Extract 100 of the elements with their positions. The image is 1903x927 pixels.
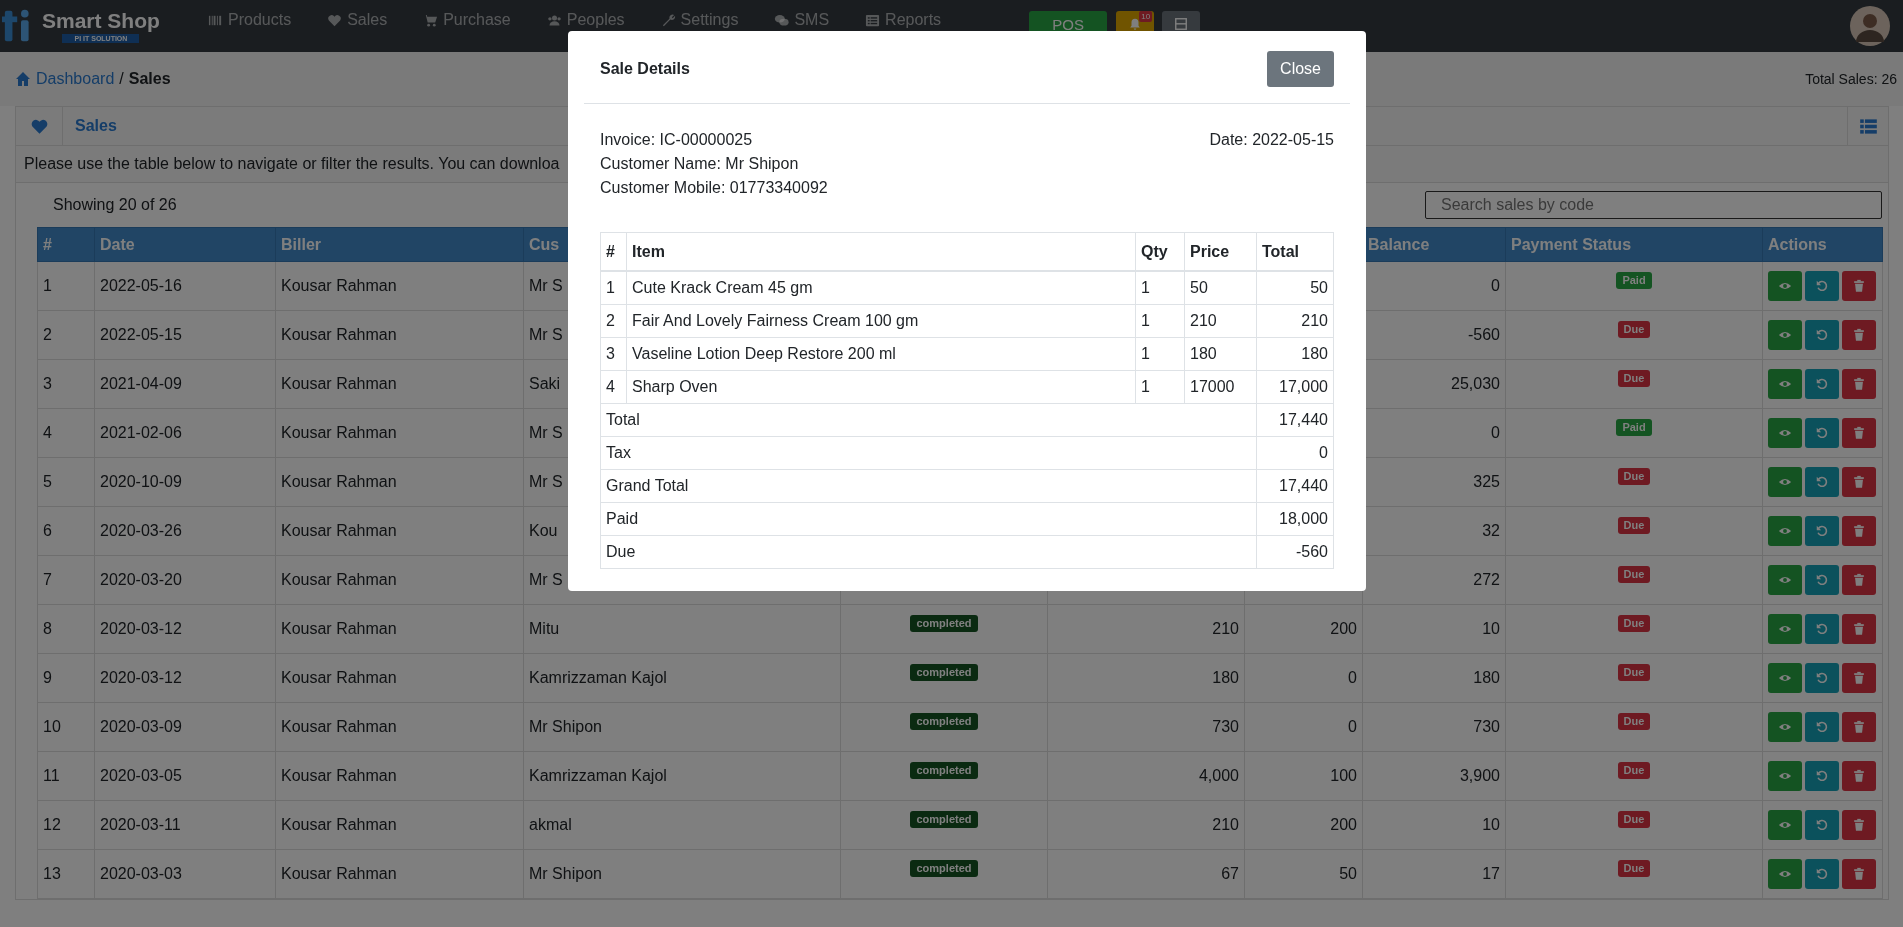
table-cell: 2 <box>600 304 627 338</box>
undo-icon <box>1815 279 1829 293</box>
breadcrumb-link[interactable]: Dashboard <box>36 70 115 88</box>
delete-button[interactable] <box>1842 418 1876 448</box>
table-cell: Fair And Lovely Fairness Cream 100 gm <box>626 304 1136 338</box>
table-cell: 0 <box>1256 436 1334 470</box>
delete-button[interactable] <box>1842 761 1876 791</box>
table-cell: 2020-03-26 <box>94 506 276 556</box>
delete-button[interactable] <box>1842 320 1876 350</box>
table-cell: 2020-03-03 <box>94 849 276 899</box>
table-cell: 10 <box>37 702 95 752</box>
view-button[interactable] <box>1768 271 1802 301</box>
table-cell: 2022-05-16 <box>94 261 276 311</box>
list-icon[interactable] <box>1858 116 1878 136</box>
table-cell: 1 <box>600 271 627 305</box>
invoice-number: Invoice: IC-00000025 <box>600 130 754 150</box>
payment-status-badge: Due <box>1617 370 1651 387</box>
undo-icon <box>1815 475 1829 489</box>
return-button[interactable] <box>1805 467 1839 497</box>
view-button[interactable] <box>1768 614 1802 644</box>
table-cell: 200 <box>1330 620 1357 637</box>
view-button[interactable] <box>1768 810 1802 840</box>
return-button[interactable] <box>1805 516 1839 546</box>
return-button[interactable] <box>1805 761 1839 791</box>
return-button[interactable] <box>1805 614 1839 644</box>
table-cell: 9 <box>37 653 95 703</box>
table-cell: 210 <box>1184 304 1257 338</box>
delete-button[interactable] <box>1842 565 1876 595</box>
search-field[interactable]: Search sales by code <box>1425 191 1882 219</box>
table-cell: 10 <box>1362 800 1506 850</box>
table-cell: Kousar Rahman <box>275 408 524 458</box>
return-button[interactable] <box>1805 663 1839 693</box>
table-cell: Kousar Rahman <box>275 800 524 850</box>
return-button[interactable] <box>1805 712 1839 742</box>
return-button[interactable] <box>1805 369 1839 399</box>
table-cell: 200 <box>1330 816 1357 833</box>
column-header[interactable]: Payment Status <box>1505 227 1763 262</box>
view-button[interactable] <box>1768 859 1802 889</box>
table-cell: 50 <box>1256 271 1334 305</box>
delete-button[interactable] <box>1842 467 1876 497</box>
table-cell: Vaseline Lotion Deep Restore 200 ml <box>626 337 1136 371</box>
table-cell: 17,440 <box>1256 469 1334 503</box>
column-header: Item <box>626 232 1136 271</box>
undo-icon <box>1815 426 1829 440</box>
delete-button[interactable] <box>1842 810 1876 840</box>
table-cell: 50 <box>1184 271 1257 305</box>
table-cell: Kousar Rahman <box>275 457 524 507</box>
table-cell: 210 <box>1212 816 1239 833</box>
view-button[interactable] <box>1768 320 1802 350</box>
column-header[interactable]: Biller <box>275 227 524 262</box>
showing-count: Showing 20 of 26 <box>52 196 177 214</box>
sale-date: Date: 2022-05-15 <box>1209 130 1334 150</box>
table-cell: 17,000 <box>1256 370 1334 404</box>
trash-icon <box>1852 426 1866 440</box>
delete-button[interactable] <box>1842 859 1876 889</box>
delete-button[interactable] <box>1842 271 1876 301</box>
return-button[interactable] <box>1805 320 1839 350</box>
table-cell: 11 <box>37 751 95 801</box>
delete-button[interactable] <box>1842 614 1876 644</box>
delete-button[interactable] <box>1842 369 1876 399</box>
table-cell: 17000 <box>1184 370 1257 404</box>
return-button[interactable] <box>1805 418 1839 448</box>
column-header: # <box>600 232 627 271</box>
delete-button[interactable] <box>1842 663 1876 693</box>
brand-name[interactable]: Smart Shop <box>42 9 160 33</box>
undo-icon <box>1815 720 1829 734</box>
view-button[interactable] <box>1768 565 1802 595</box>
table-cell: 2 <box>37 310 95 360</box>
view-button[interactable] <box>1768 663 1802 693</box>
breadcrumb-separator: / <box>119 70 124 88</box>
table-cell: Cute Krack Cream 45 gm <box>626 271 1136 305</box>
table-cell: 180 <box>1256 337 1334 371</box>
table-cell: Grand Total <box>600 469 1257 503</box>
view-button[interactable] <box>1768 712 1802 742</box>
view-button[interactable] <box>1768 369 1802 399</box>
table-cell: 8 <box>37 604 95 654</box>
column-header[interactable]: # <box>37 227 95 262</box>
payment-status-badge: Due <box>1617 566 1651 583</box>
delete-button[interactable] <box>1842 712 1876 742</box>
view-button[interactable] <box>1768 761 1802 791</box>
customer-name: Customer Name: Mr Shipon <box>600 154 800 174</box>
trash-icon <box>1852 328 1866 342</box>
view-button[interactable] <box>1768 516 1802 546</box>
close-button[interactable]: Close <box>1267 51 1334 87</box>
table-cell: 210 <box>1212 620 1239 637</box>
return-button[interactable] <box>1805 810 1839 840</box>
avatar[interactable] <box>1850 6 1890 46</box>
return-button[interactable] <box>1805 859 1839 889</box>
column-header[interactable]: Actions <box>1762 227 1883 262</box>
undo-icon <box>1815 671 1829 685</box>
table-cell: 50 <box>1339 865 1357 882</box>
return-button[interactable] <box>1805 565 1839 595</box>
description-text: Please use the table below to navigate or filter the results. You can downloa <box>24 155 560 172</box>
undo-icon <box>1815 328 1829 342</box>
view-button[interactable] <box>1768 467 1802 497</box>
delete-button[interactable] <box>1842 516 1876 546</box>
column-header[interactable]: Date <box>94 227 276 262</box>
table-cell: 180 <box>1362 653 1506 703</box>
view-button[interactable] <box>1768 418 1802 448</box>
return-button[interactable] <box>1805 271 1839 301</box>
